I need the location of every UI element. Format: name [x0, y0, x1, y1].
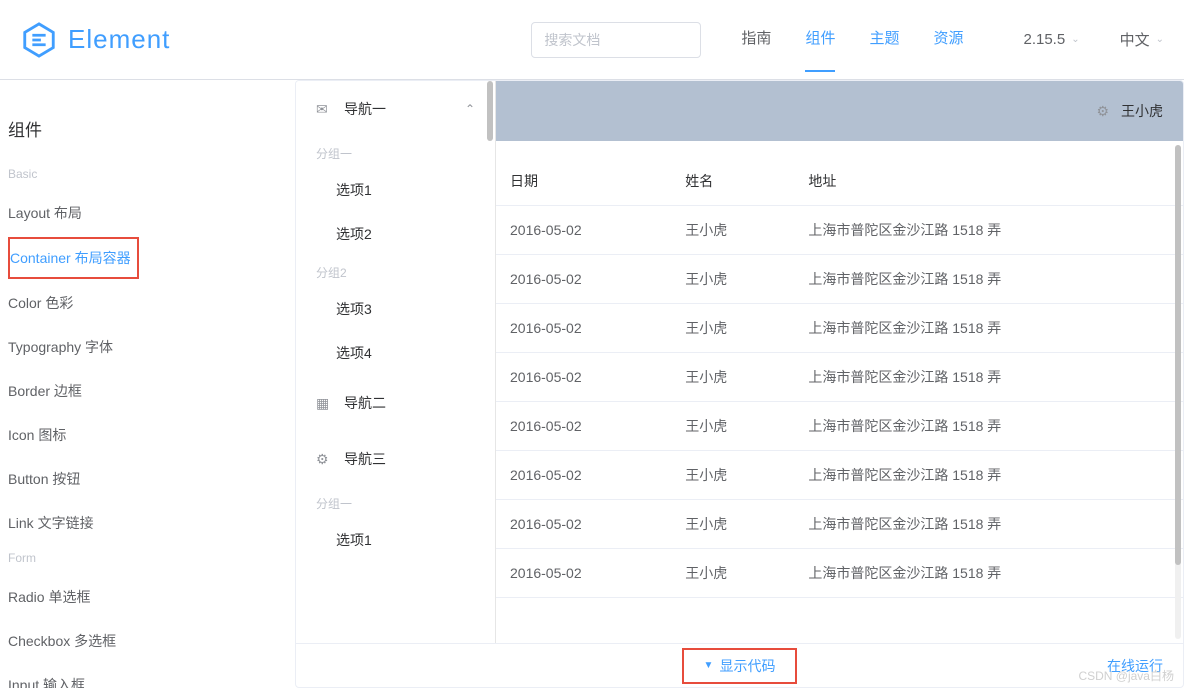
- menu-nav3-label: 导航三: [344, 449, 386, 469]
- table-cell: 上海市普陀区金沙江路 1518 弄: [794, 500, 1183, 549]
- menu-option1[interactable]: 选项1: [296, 168, 495, 212]
- table-row[interactable]: 2016-05-02王小虎上海市普陀区金沙江路 1518 弄: [496, 206, 1183, 255]
- chevron-up-icon: ⌃: [465, 102, 475, 116]
- table-row[interactable]: 2016-05-02王小虎上海市普陀区金沙江路 1518 弄: [496, 549, 1183, 598]
- sidebar-item-layout[interactable]: Layout 布局: [8, 191, 294, 235]
- sidebar-item-color[interactable]: Color 色彩: [8, 281, 294, 325]
- col-address: 地址: [794, 141, 1183, 206]
- menu-option2[interactable]: 选项2: [296, 212, 495, 256]
- settings-icon[interactable]: ⚙: [1096, 103, 1109, 120]
- sidebar-item-radio[interactable]: Radio 单选框: [8, 575, 294, 619]
- gear-icon: ⚙: [316, 451, 334, 468]
- sidebar-item-checkbox[interactable]: Checkbox 多选框: [8, 619, 294, 663]
- table-cell: 上海市普陀区金沙江路 1518 弄: [794, 206, 1183, 255]
- table-cell: 王小虎: [671, 549, 794, 598]
- mail-icon: ✉: [316, 101, 334, 118]
- sidebar: 组件 Basic Layout 布局 Container 布局容器 Color …: [0, 80, 295, 688]
- menu-option3[interactable]: 选项3: [296, 287, 495, 331]
- table-row[interactable]: 2016-05-02王小虎上海市普陀区金沙江路 1518 弄: [496, 304, 1183, 353]
- table-cell: 上海市普陀区金沙江路 1518 弄: [794, 402, 1183, 451]
- table-row[interactable]: 2016-05-02王小虎上海市普陀区金沙江路 1518 弄: [496, 402, 1183, 451]
- table-cell: 2016-05-02: [496, 500, 671, 549]
- table-cell: 2016-05-02: [496, 549, 671, 598]
- table-row[interactable]: 2016-05-02王小虎上海市普陀区金沙江路 1518 弄: [496, 451, 1183, 500]
- sidebar-item-link[interactable]: Link 文字链接: [8, 501, 294, 545]
- demo-container: ✉ 导航一 ⌃ 分组一 选项1 选项2 分组2 选项3 选项4 ▦: [295, 80, 1184, 688]
- sidebar-title: 组件: [8, 110, 294, 161]
- version-label: 2.15.5: [1023, 31, 1065, 48]
- sidebar-item-input[interactable]: Input 输入框: [8, 663, 294, 688]
- menu-nav3-group1: 分组一: [296, 487, 495, 518]
- aside-scrollbar[interactable]: [487, 81, 493, 141]
- nav-theme[interactable]: 主题: [869, 27, 899, 52]
- chevron-down-icon: ⌄: [1156, 34, 1164, 45]
- content-scrollbar[interactable]: [1175, 145, 1181, 639]
- table-row[interactable]: 2016-05-02王小虎上海市普陀区金沙江路 1518 弄: [496, 255, 1183, 304]
- sidebar-item-icon[interactable]: Icon 图标: [8, 413, 294, 457]
- table-row[interactable]: 2016-05-02王小虎上海市普陀区金沙江路 1518 弄: [496, 500, 1183, 549]
- table-cell: 王小虎: [671, 353, 794, 402]
- table-cell: 王小虎: [671, 304, 794, 353]
- search-input[interactable]: [531, 22, 701, 58]
- col-name: 姓名: [671, 141, 794, 206]
- table-cell: 2016-05-02: [496, 451, 671, 500]
- table-cell: 2016-05-02: [496, 402, 671, 451]
- element-logo-icon: [20, 21, 58, 59]
- nav-component[interactable]: 组件: [805, 27, 835, 52]
- table-cell: 2016-05-02: [496, 206, 671, 255]
- demo-header: ⚙ 王小虎: [496, 81, 1183, 141]
- table-cell: 上海市普陀区金沙江路 1518 弄: [794, 255, 1183, 304]
- menu-nav3-option1[interactable]: 选项1: [296, 518, 495, 562]
- table-cell: 上海市普陀区金沙江路 1518 弄: [794, 549, 1183, 598]
- grid-icon: ▦: [316, 395, 334, 412]
- menu-nav2-label: 导航二: [344, 393, 386, 413]
- sidebar-item-container[interactable]: Container 布局容器: [10, 248, 131, 268]
- menu-nav1-label: 导航一: [344, 99, 386, 119]
- version-select[interactable]: 2.15.5 ⌄: [1023, 31, 1079, 48]
- caret-down-icon: ▼: [704, 660, 714, 671]
- sidebar-item-typography[interactable]: Typography 字体: [8, 325, 294, 369]
- col-date: 日期: [496, 141, 671, 206]
- table-cell: 上海市普陀区金沙江路 1518 弄: [794, 304, 1183, 353]
- user-name[interactable]: 王小虎: [1121, 101, 1163, 121]
- menu-nav3[interactable]: ⚙ 导航三: [296, 431, 495, 487]
- menu-group1: 分组一: [296, 137, 495, 168]
- data-table: 日期 姓名 地址 2016-05-02王小虎上海市普陀区金沙江路 1518 弄2…: [496, 141, 1183, 598]
- highlight-box: Container 布局容器: [8, 237, 139, 279]
- brand-text: Element: [68, 24, 170, 55]
- table-cell: 王小虎: [671, 402, 794, 451]
- lang-label: 中文: [1120, 29, 1150, 50]
- main-nav: 指南 组件 主题 资源: [741, 27, 963, 52]
- table-cell: 王小虎: [671, 500, 794, 549]
- table-row[interactable]: 2016-05-02王小虎上海市普陀区金沙江路 1518 弄: [496, 353, 1183, 402]
- table-cell: 上海市普陀区金沙江路 1518 弄: [794, 451, 1183, 500]
- menu-option4[interactable]: 选项4: [296, 331, 495, 375]
- table-cell: 王小虎: [671, 255, 794, 304]
- demo-footer: ▼ 显示代码 在线运行: [296, 643, 1183, 687]
- table-cell: 上海市普陀区金沙江路 1518 弄: [794, 353, 1183, 402]
- lang-select[interactable]: 中文 ⌄: [1120, 29, 1164, 50]
- table-cell: 2016-05-02: [496, 353, 671, 402]
- sidebar-group-form: Form: [8, 545, 294, 575]
- chevron-down-icon: ⌄: [1071, 34, 1079, 45]
- highlight-box-showcode: ▼ 显示代码: [682, 648, 798, 684]
- menu-nav1[interactable]: ✉ 导航一 ⌃: [296, 81, 495, 137]
- show-code-button[interactable]: ▼ 显示代码: [704, 656, 776, 676]
- menu-group2: 分组2: [296, 256, 495, 287]
- top-header: Element 指南 组件 主题 资源 2.15.5 ⌄ 中文 ⌄: [0, 0, 1184, 80]
- table-cell: 2016-05-02: [496, 304, 671, 353]
- table-cell: 王小虎: [671, 451, 794, 500]
- sidebar-group-basic: Basic: [8, 161, 294, 191]
- demo-aside-menu: ✉ 导航一 ⌃ 分组一 选项1 选项2 分组2 选项3 选项4 ▦: [296, 81, 496, 643]
- watermark: CSDN @java白杨: [1078, 667, 1174, 684]
- table-cell: 2016-05-02: [496, 255, 671, 304]
- nav-resource[interactable]: 资源: [933, 27, 963, 52]
- brand-logo[interactable]: Element: [20, 21, 170, 59]
- sidebar-item-button[interactable]: Button 按钮: [8, 457, 294, 501]
- menu-nav2[interactable]: ▦ 导航二: [296, 375, 495, 431]
- show-code-label: 显示代码: [719, 656, 775, 676]
- table-cell: 王小虎: [671, 206, 794, 255]
- sidebar-item-border[interactable]: Border 边框: [8, 369, 294, 413]
- nav-guide[interactable]: 指南: [741, 27, 771, 52]
